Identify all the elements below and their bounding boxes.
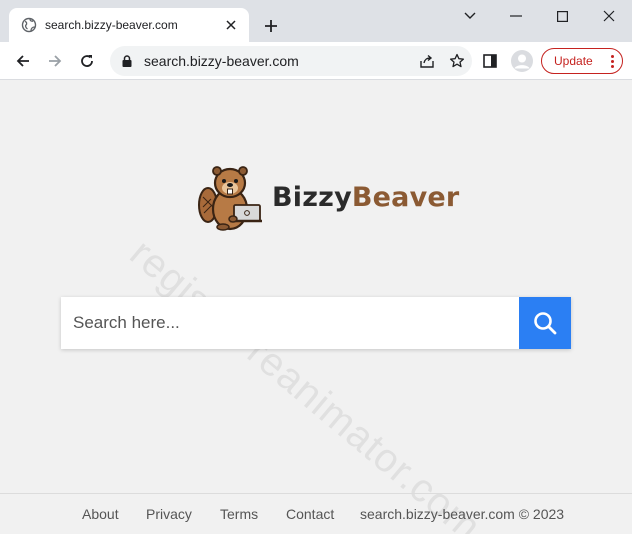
close-tab-icon[interactable]: [223, 17, 239, 33]
brand-name-part1: Bizzy: [272, 181, 352, 213]
beaver-mascot-icon: [198, 166, 262, 231]
footer-copyright[interactable]: search.bizzy-beaver.com © 2023: [360, 506, 564, 522]
search-input[interactable]: [61, 297, 519, 349]
more-menu-icon[interactable]: [610, 54, 614, 68]
minimize-icon[interactable]: [493, 0, 539, 32]
url-text: search.bizzy-beaver.com: [144, 53, 299, 69]
page-content: registry-reanimator.com BizzyBeaver Sear…: [0, 81, 632, 534]
browser-tab[interactable]: search.bizzy-beaver.com: [9, 8, 249, 42]
new-tab-button[interactable]: [260, 15, 282, 37]
maximize-icon[interactable]: [539, 0, 585, 32]
footer-link-terms[interactable]: Terms: [220, 506, 258, 522]
lock-icon[interactable]: [120, 54, 134, 68]
profile-avatar-icon[interactable]: [509, 48, 535, 74]
reload-icon[interactable]: [74, 48, 100, 74]
search-icon: [534, 312, 557, 335]
back-arrow-icon[interactable]: [10, 48, 36, 74]
forward-arrow-icon[interactable]: [42, 48, 68, 74]
brand-name-part2: Beaver: [351, 181, 460, 213]
footer-link-contact[interactable]: Contact: [286, 506, 334, 522]
brand-logo[interactable]: BizzyBeaver: [196, 161, 459, 233]
globe-icon: [21, 17, 37, 33]
side-panel-icon[interactable]: [477, 48, 503, 74]
tab-title: search.bizzy-beaver.com: [45, 18, 178, 32]
brand-name: BizzyBeaver: [272, 182, 459, 213]
tab-search-icon[interactable]: [447, 0, 493, 32]
tab-strip: search.bizzy-beaver.com: [0, 0, 632, 42]
browser-toolbar: search.bizzy-beaver.com Update: [0, 42, 632, 80]
update-button[interactable]: Update: [541, 48, 623, 74]
search-box: [61, 297, 571, 349]
address-bar[interactable]: search.bizzy-beaver.com: [110, 46, 472, 76]
bookmark-star-icon[interactable]: [442, 48, 472, 74]
footer-link-privacy[interactable]: Privacy: [146, 506, 192, 522]
close-window-icon[interactable]: [586, 0, 632, 32]
share-icon[interactable]: [412, 48, 442, 74]
search-button[interactable]: [519, 297, 571, 349]
update-label: Update: [554, 54, 593, 68]
footer-link-about[interactable]: About: [82, 506, 119, 522]
footer: About Privacy Terms Contact search.bizzy…: [0, 493, 632, 534]
watermark: registry-reanimator.com: [121, 231, 490, 534]
